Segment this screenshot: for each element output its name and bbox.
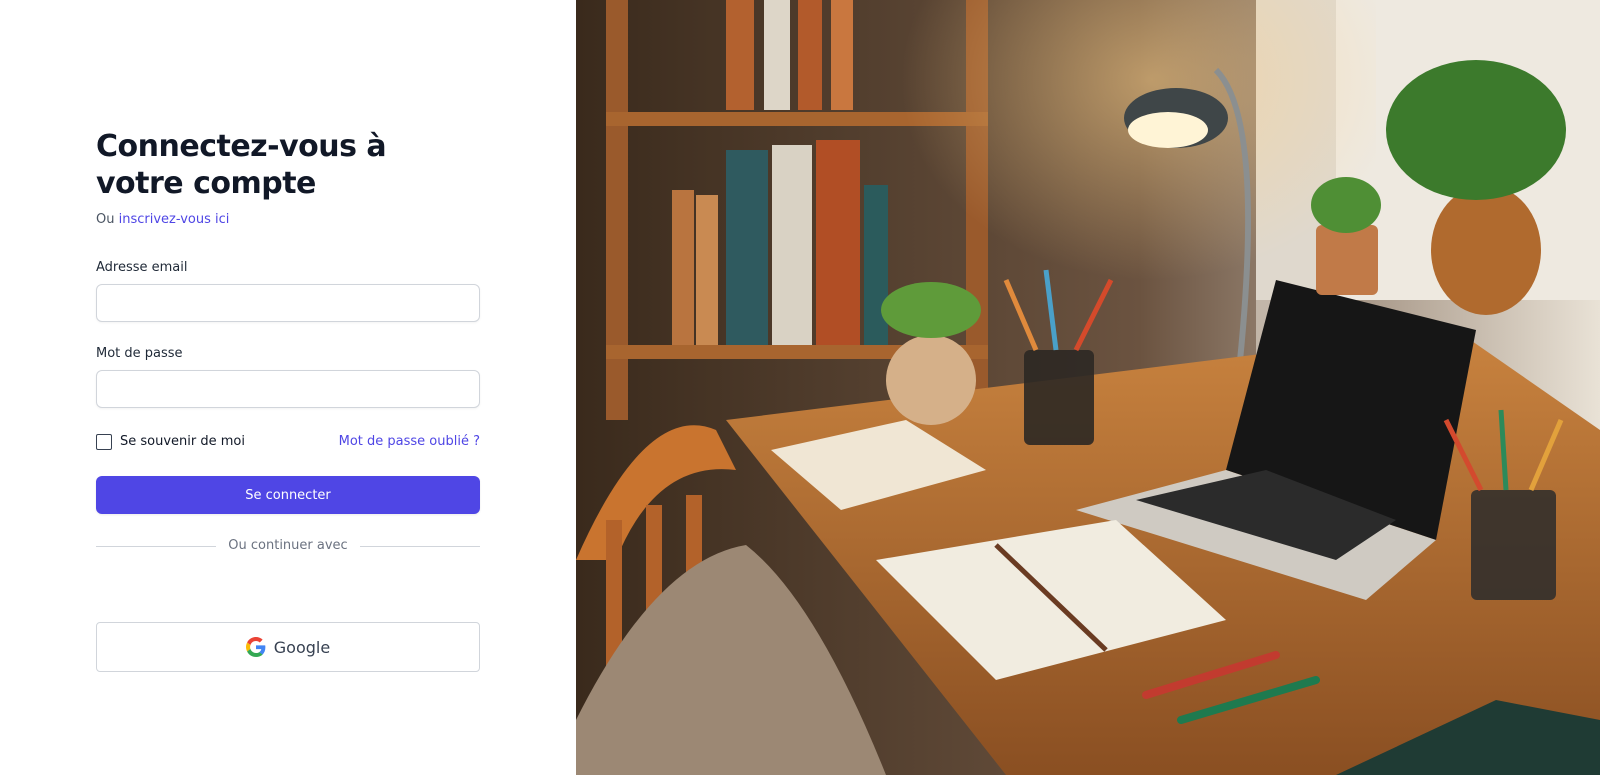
google-icon bbox=[245, 637, 266, 657]
desk-workspace-photo bbox=[576, 0, 1600, 775]
email-label: Adresse email bbox=[96, 260, 188, 275]
google-signin-button[interactable]: Google bbox=[96, 622, 480, 672]
login-panel: Connectez-vous à votre compte Ou inscriv… bbox=[0, 0, 576, 775]
login-form: Connectez-vous à votre compte Ou inscriv… bbox=[96, 128, 480, 672]
remember-row: Se souvenir de moi Mot de passe oublié ? bbox=[96, 432, 480, 452]
remember-checkbox[interactable] bbox=[96, 434, 112, 450]
remember-label[interactable]: Se souvenir de moi bbox=[120, 432, 245, 452]
forgot-password-link[interactable]: Mot de passe oublié ? bbox=[339, 432, 480, 452]
password-label: Mot de passe bbox=[96, 346, 183, 361]
signup-link[interactable]: inscrivez-vous ici bbox=[119, 212, 230, 227]
sign-in-button[interactable]: Se connecter bbox=[96, 476, 480, 514]
google-label: Google bbox=[273, 637, 331, 657]
signup-prompt: Ou inscrivez-vous ici bbox=[96, 210, 480, 230]
password-field[interactable] bbox=[96, 370, 480, 408]
divider-line-right bbox=[360, 546, 480, 547]
signup-prefix: Ou bbox=[96, 212, 115, 227]
divider: Ou continuer avec bbox=[96, 536, 480, 556]
page-title: Connectez-vous à votre compte bbox=[96, 129, 387, 201]
hero-image bbox=[576, 0, 1600, 775]
email-field[interactable] bbox=[96, 284, 480, 322]
